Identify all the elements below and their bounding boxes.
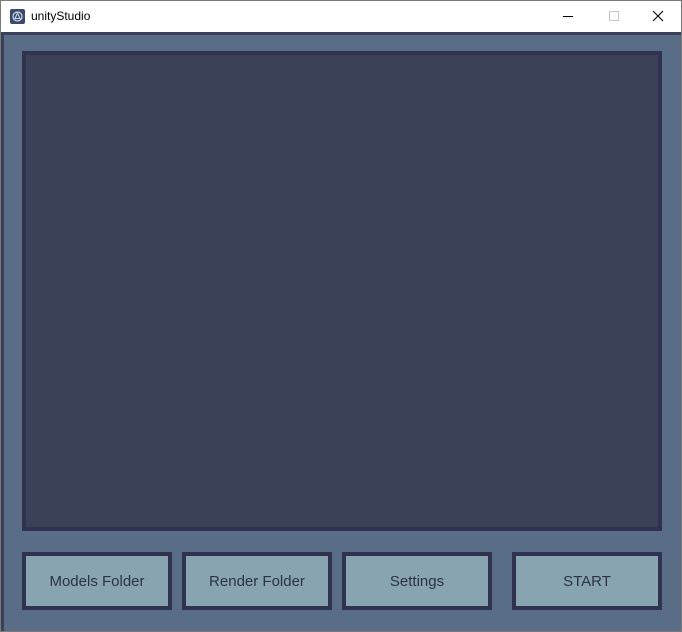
app-window: unityStudio Models Folder Render Folder … (0, 0, 682, 632)
maximize-icon (609, 11, 619, 21)
title-bar[interactable]: unityStudio (1, 1, 681, 32)
unity-app-icon (10, 9, 25, 24)
close-icon (652, 10, 664, 22)
close-button[interactable] (635, 1, 681, 31)
minimize-icon (563, 16, 573, 17)
render-folder-button[interactable]: Render Folder (182, 552, 332, 610)
minimize-button[interactable] (545, 1, 591, 31)
render-viewport[interactable] (22, 51, 662, 531)
maximize-button[interactable] (591, 1, 637, 31)
window-title: unityStudio (31, 9, 91, 23)
settings-button[interactable]: Settings (342, 552, 492, 610)
start-button[interactable]: START (512, 552, 662, 610)
main-panel: Models Folder Render Folder Settings STA… (1, 32, 681, 631)
models-folder-button[interactable]: Models Folder (22, 552, 172, 610)
